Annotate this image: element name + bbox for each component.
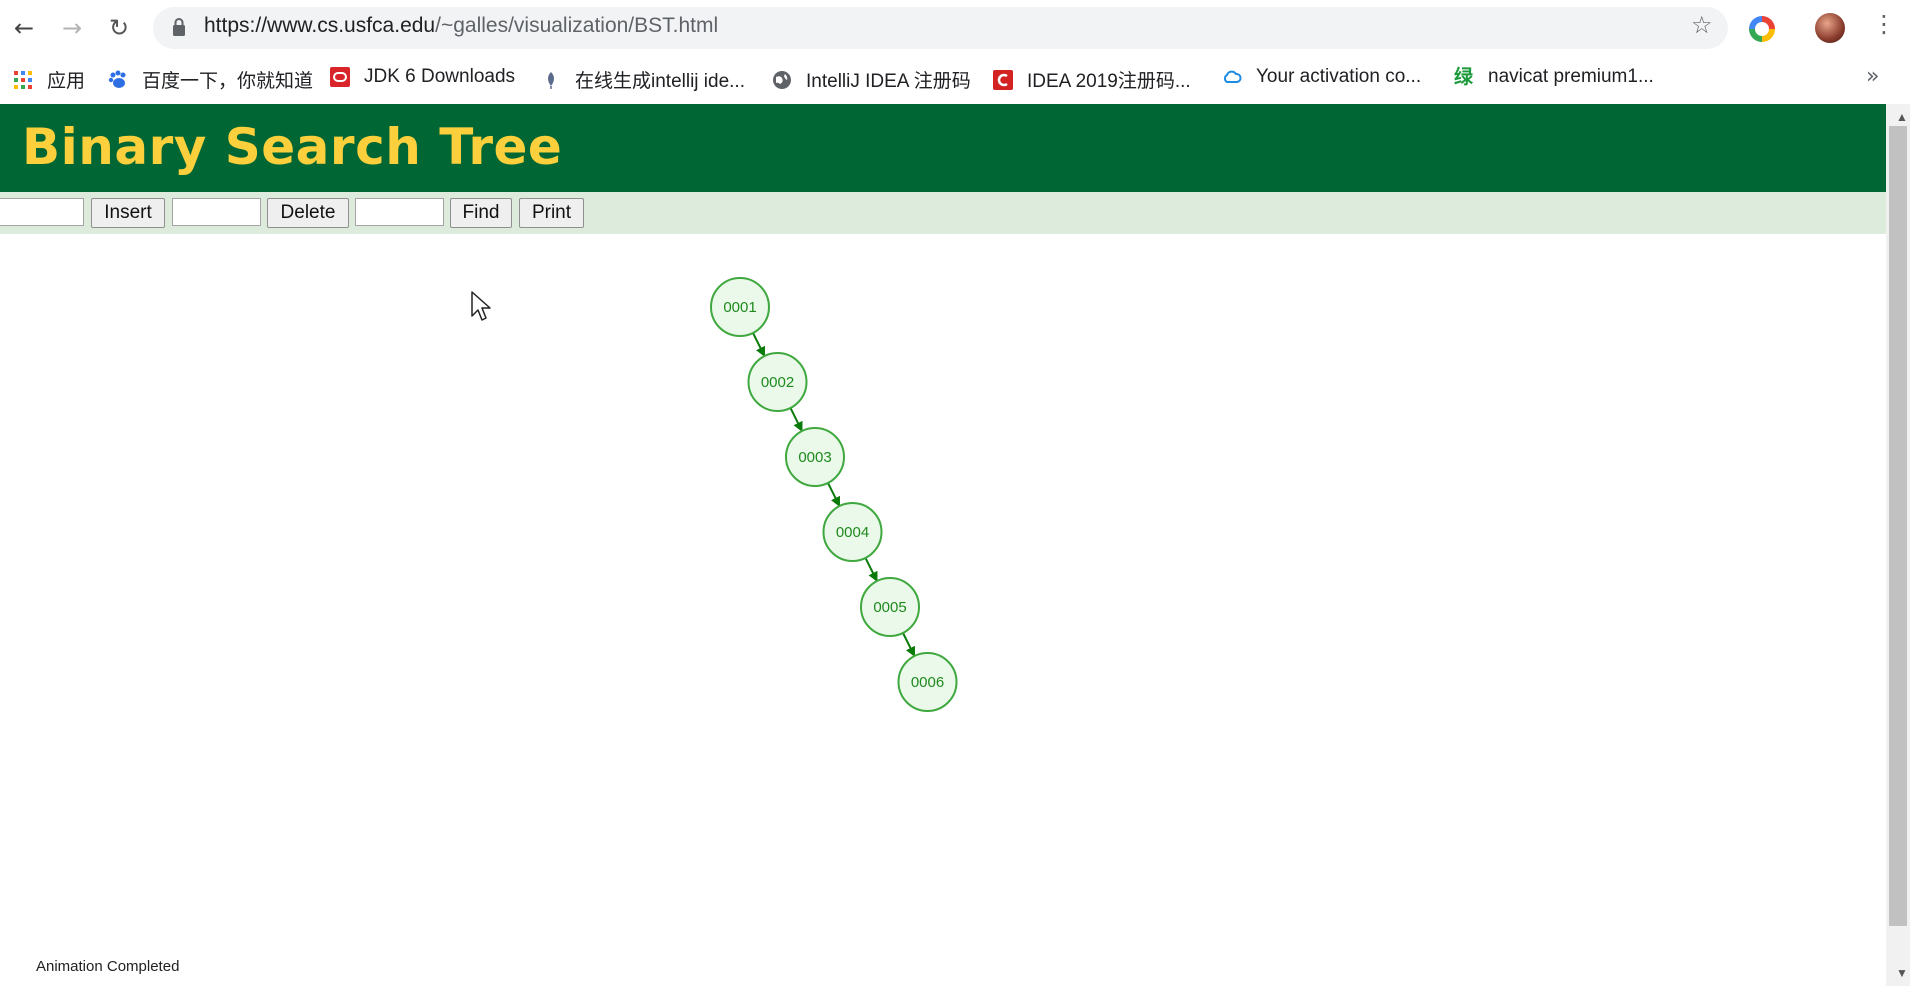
insert-button[interactable]: Insert xyxy=(91,198,165,228)
url-text[interactable]: https://www.cs.usfca.edu/~galles/visuali… xyxy=(204,14,718,38)
bookmark-label: navicat premium1... xyxy=(1488,66,1654,87)
tree-node: 0005 xyxy=(860,577,920,637)
apps-grid-icon xyxy=(14,70,32,89)
mouse-cursor-icon xyxy=(471,291,491,321)
bookmarks-bar: 应用 百度一下，你就知道 JDK 6 Downloads 在线生成intelli… xyxy=(0,60,1922,94)
bookmark-apps[interactable]: 应用 xyxy=(13,66,85,93)
green-char-icon: 绿 xyxy=(1454,66,1474,88)
feather-icon xyxy=(548,71,554,89)
vertical-scrollbar[interactable]: ▲ ▼ xyxy=(1886,104,1910,986)
find-button[interactable]: Find xyxy=(450,198,512,228)
tree-edge xyxy=(902,632,915,657)
forward-arrow-icon[interactable]: → xyxy=(54,10,90,46)
tree-node-label: 0003 xyxy=(798,449,831,466)
url-path: /~galles/visualization/BST.html xyxy=(435,14,719,37)
page-header: Binary Search Tree xyxy=(0,104,1886,192)
tree-edge xyxy=(864,557,878,582)
tree-edge xyxy=(789,407,803,432)
url-host: https://www.cs.usfca.edu xyxy=(204,14,436,37)
tree-node: 0004 xyxy=(822,502,883,562)
bookmarks-overflow-button[interactable]: » xyxy=(1866,64,1879,89)
bookmark-label: IntelliJ IDEA 注册码 xyxy=(806,71,971,92)
tree-node-label: 0006 xyxy=(911,674,944,691)
bookmark-label: Your activation co... xyxy=(1256,66,1422,87)
print-button[interactable]: Print xyxy=(519,198,584,228)
reload-icon[interactable]: ↻ xyxy=(101,10,137,46)
cloud-icon xyxy=(1223,70,1242,83)
profile-avatar[interactable] xyxy=(1815,13,1845,43)
delete-button[interactable]: Delete xyxy=(267,198,349,228)
lock-icon xyxy=(173,18,185,36)
scroll-up-arrow-icon[interactable]: ▲ xyxy=(1896,110,1908,124)
page-title: Binary Search Tree xyxy=(22,118,563,176)
bookmark-baidu[interactable]: 百度一下，你就知道 xyxy=(108,66,313,93)
tree-edge xyxy=(827,482,840,507)
bookmark-label: IDEA 2019注册码... xyxy=(1027,71,1191,92)
oracle-icon xyxy=(330,67,350,87)
extension-ring-icon[interactable] xyxy=(1749,16,1775,42)
bookmark-intellij-gen[interactable]: 在线生成intellij ide... xyxy=(541,66,745,93)
controls-bar: Insert Delete Find Print xyxy=(0,192,1886,234)
bookmark-label: JDK 6 Downloads xyxy=(364,66,516,87)
scroll-down-arrow-icon[interactable]: ▼ xyxy=(1896,966,1908,980)
kebab-menu-icon[interactable]: ⋮ xyxy=(1872,10,1896,38)
insert-value-input[interactable] xyxy=(0,198,84,226)
tree-graph: 0001 0002 0003 0004 0005 0006 xyxy=(710,277,958,712)
tree-node-label: 0001 xyxy=(723,299,756,316)
scroll-thumb[interactable] xyxy=(1889,126,1907,926)
bookmark-label: 在线生成intellij ide... xyxy=(575,71,745,92)
bookmark-label: 应用 xyxy=(47,71,86,92)
back-arrow-icon[interactable]: ← xyxy=(6,10,42,46)
csdn-icon xyxy=(993,69,1013,90)
bookmark-activation[interactable]: Your activation co... xyxy=(1222,66,1421,88)
tree-node-label: 0005 xyxy=(873,599,906,616)
tree-node: 0002 xyxy=(747,352,808,412)
tree-node: 0006 xyxy=(897,652,958,712)
bookmark-navicat[interactable]: 绿 navicat premium1... xyxy=(1454,66,1654,88)
tree-node-label: 0004 xyxy=(836,524,869,541)
bookmark-jdk[interactable]: JDK 6 Downloads xyxy=(330,66,515,88)
tree-node: 0001 xyxy=(710,277,770,337)
tree-node: 0003 xyxy=(785,427,845,487)
bookmark-label: 百度一下，你就知道 xyxy=(142,71,314,92)
status-text: Animation Completed xyxy=(36,958,180,975)
tree-edge xyxy=(752,332,765,357)
find-value-input[interactable] xyxy=(355,198,444,226)
globe-icon xyxy=(773,70,791,89)
baidu-paw-icon xyxy=(108,70,126,88)
bookmark-intellij-code[interactable]: IntelliJ IDEA 注册码 xyxy=(772,66,971,93)
browser-toolbar: ← → ↻ https://www.cs.usfca.edu/~galles/v… xyxy=(0,0,1922,104)
tree-node-label: 0002 xyxy=(761,374,794,391)
delete-value-input[interactable] xyxy=(172,198,261,226)
bookmark-idea-2019[interactable]: IDEA 2019注册码... xyxy=(993,66,1191,93)
tree-canvas[interactable]: 0001 0002 0003 0004 0005 0006 xyxy=(0,234,1886,986)
bookmark-star-icon[interactable]: ☆ xyxy=(1691,11,1713,39)
